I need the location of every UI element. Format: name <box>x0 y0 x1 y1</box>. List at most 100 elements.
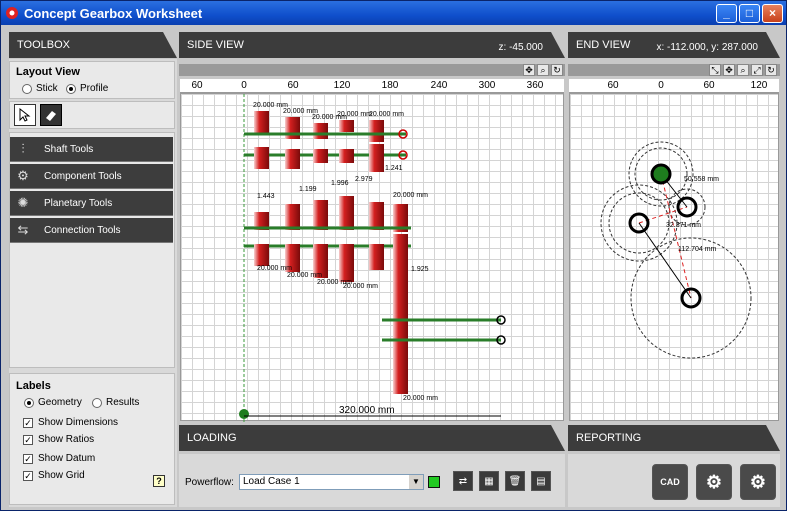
show-datum-label: Show Datum <box>38 453 96 464</box>
component-tools-button[interactable]: ⚙ Component Tools <box>10 164 173 189</box>
zoom-icon[interactable]: ⌕ <box>537 64 549 76</box>
planetary-tools-button[interactable]: ✺ Planetary Tools <box>10 191 173 216</box>
checkbox-box: ✓ <box>23 453 33 464</box>
dim-label: 1.996 <box>331 180 349 187</box>
end-view-title: END VIEW <box>576 39 631 51</box>
fit-icon[interactable]: ⤢ <box>751 64 763 76</box>
planetary-icon: ✺ <box>17 195 29 210</box>
show-grid-checkbox[interactable]: ✓ Show Grid <box>23 470 85 481</box>
dim-label: 20.000 mm <box>337 111 373 118</box>
help-icon[interactable]: ? <box>153 475 165 487</box>
window-title: Concept Gearbox Worksheet <box>24 5 203 21</box>
side-view-ruler: 60 0 60 120 180 240 300 360 <box>180 79 564 93</box>
checkbox-box: ✓ <box>23 470 33 481</box>
gear-long <box>393 234 408 394</box>
ruler-tick: 240 <box>430 80 448 91</box>
gear <box>254 147 269 169</box>
settings-export-button[interactable]: ⚙ <box>740 464 776 500</box>
ruler-tick: 60 <box>607 80 619 91</box>
report-export-button[interactable]: ⚙ <box>696 464 732 500</box>
gear-icon: ⚙ <box>17 168 29 183</box>
side-view-canvas[interactable]: 20.000 mm 20.000 mm 20.000 mm 20.000 mm … <box>180 93 564 422</box>
select-pointer-button[interactable] <box>14 104 36 126</box>
gear <box>339 244 354 282</box>
gear <box>285 204 300 230</box>
datum-marker-bottom <box>239 409 249 419</box>
dim-label: 1.925 <box>411 266 429 273</box>
dim-label: 112.704 mm <box>678 246 717 253</box>
cad-export-button[interactable]: CAD <box>652 464 688 500</box>
ruler-tick: 180 <box>381 80 399 91</box>
dim-label: 2.979 <box>355 176 373 183</box>
show-dimensions-checkbox[interactable]: ✓ Show Dimensions <box>23 417 118 428</box>
loading-title: LOADING <box>187 432 237 444</box>
report-button[interactable]: ▤ <box>531 471 551 491</box>
profile-label: Profile <box>80 83 109 94</box>
maximize-button[interactable]: □ <box>739 3 760 23</box>
end-view-ruler: 60 0 60 120 <box>569 79 779 93</box>
eraser-button[interactable] <box>40 104 62 126</box>
chevron-down-icon: ▼ <box>409 475 423 489</box>
powerflow-button[interactable]: ⇄ <box>453 471 473 491</box>
dim-label: 20.000 mm <box>403 395 439 402</box>
dim-label: 32.371 mm <box>666 222 702 229</box>
load-case-value: Load Case 1 <box>243 476 300 487</box>
refresh-icon[interactable]: ↻ <box>551 64 563 76</box>
dim-label: 20.000 mm <box>393 192 429 199</box>
checkbox-box: ✓ <box>23 417 33 428</box>
end-view-canvas[interactable]: 50.558 mm 32.371 mm 112.704 mm <box>569 93 779 421</box>
close-button[interactable]: × <box>762 3 783 23</box>
title-bar: Concept Gearbox Worksheet _ □ × <box>1 1 786 25</box>
loading-header: LOADING <box>179 425 565 451</box>
status-indicator <box>428 476 440 488</box>
dim-label: 20.000 mm <box>369 111 405 118</box>
results-radio[interactable]: Results <box>92 397 139 408</box>
zoom-out-icon[interactable]: ⤡ <box>709 64 721 76</box>
pan-icon[interactable]: ✥ <box>723 64 735 76</box>
connection-tools-button[interactable]: ⇆ Connection Tools <box>10 218 173 243</box>
load-case-select[interactable]: Load Case 1 ▼ <box>239 474 424 490</box>
show-datum-checkbox[interactable]: ✓ Show Datum <box>23 453 95 464</box>
show-ratios-checkbox[interactable]: ✓ Show Ratios <box>23 434 94 445</box>
toolbox-title: TOOLBOX <box>17 39 70 51</box>
shaft-tools-label: Shaft Tools <box>44 143 94 155</box>
trash-icon: 🗑 <box>508 475 522 487</box>
cad-label: CAD <box>660 477 680 487</box>
shaft-tools-button[interactable]: ⫶ Shaft Tools <box>10 137 173 162</box>
shaft-icon: ⫶ <box>21 141 25 156</box>
side-view-drawing <box>239 94 506 422</box>
ruler-tick: 120 <box>333 80 351 91</box>
labels-title: Labels <box>16 380 51 392</box>
gear <box>313 200 328 230</box>
zoom-icon[interactable]: ⌕ <box>737 64 749 76</box>
gear <box>369 202 384 230</box>
overall-dimension-label: 320.000 mm <box>339 405 395 416</box>
show-grid-label: Show Grid <box>38 470 85 481</box>
stick-label: Stick <box>36 83 58 94</box>
gear <box>254 111 269 133</box>
profile-radio[interactable]: Profile <box>66 83 108 94</box>
pan-icon[interactable]: ✥ <box>523 64 535 76</box>
reporting-panel: CAD ⚙ ⚙ <box>568 454 780 507</box>
profile-radio-dot <box>66 83 76 94</box>
stick-radio[interactable]: Stick <box>22 83 58 94</box>
app-window: Concept Gearbox Worksheet _ □ × TOOLBOX … <box>0 0 787 511</box>
ruler-tick: 360 <box>526 80 544 91</box>
geometry-radio[interactable]: Geometry <box>24 397 82 408</box>
flow-icon: ⇄ <box>458 475 468 487</box>
results-radio-dot <box>92 397 102 408</box>
minimize-button[interactable]: _ <box>716 3 737 23</box>
refresh-icon[interactable]: ↻ <box>765 64 777 76</box>
component-tools-label: Component Tools <box>44 170 122 182</box>
gear <box>313 149 328 163</box>
table-button[interactable]: ▦ <box>479 471 499 491</box>
stick-radio-dot <box>22 83 32 94</box>
connection-tools-label: Connection Tools <box>44 224 121 236</box>
end-view-drawing <box>600 141 752 359</box>
gear <box>369 144 384 172</box>
delete-button[interactable]: 🗑 <box>505 471 525 491</box>
planetary-tools-label: Planetary Tools <box>44 197 113 209</box>
side-view-title: SIDE VIEW <box>187 39 244 51</box>
gear <box>369 120 384 142</box>
eraser-icon <box>46 111 56 121</box>
